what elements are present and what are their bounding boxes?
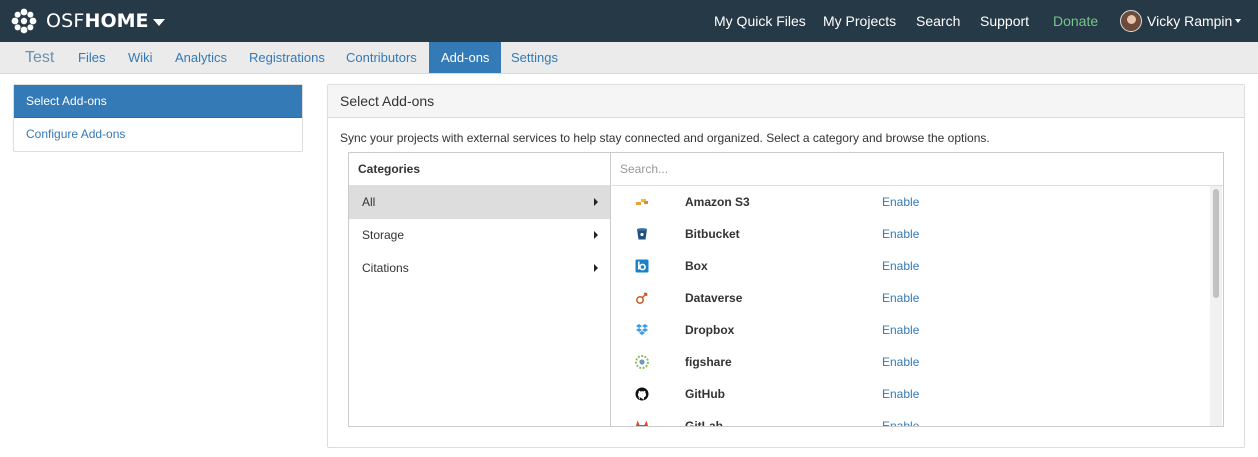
addon-name: figshare [685,355,732,369]
chevron-down-icon [152,18,165,26]
list-item-github: GitHub Enable [612,378,1210,410]
dropbox-icon [636,324,648,335]
figshare-icon [635,355,649,369]
select-add-ons-panel: Select Add-ons Sync your projects with e… [327,84,1245,448]
list-item-bitbucket: Bitbucket Enable [612,218,1210,250]
osf-home-brand[interactable]: OSF HOME [10,7,165,35]
addon-name: GitLab [685,419,723,426]
panel-title: Select Add-ons [328,85,1244,118]
addon-name: Bitbucket [685,227,740,241]
category-label: Storage [362,228,405,242]
addon-name: Box [685,259,708,273]
nav-search[interactable]: Search [916,0,960,42]
enable-button[interactable]: Enable [882,378,919,410]
top-navbar: OSF HOME My Quick Files My Projects Searc… [0,0,1258,42]
list-item-box: Box Enable [612,250,1210,282]
list-item-dataverse: Dataverse Enable [612,282,1210,314]
tab-registrations[interactable]: Registrations [249,42,325,73]
addon-browser: Categories All Storage Citations A [348,152,1224,427]
tab-files[interactable]: Files [78,42,105,73]
category-label: Citations [362,261,409,275]
amazon-s3-icon [636,199,648,205]
list-item-gitlab: GitLab Enable [612,410,1210,426]
avatar [1120,10,1142,32]
tab-add-ons[interactable]: Add-ons [429,42,502,73]
caret-right-icon [594,264,598,272]
caret-right-icon [594,231,598,239]
category-all[interactable]: All [349,186,610,219]
enable-button[interactable]: Enable [882,186,919,218]
enable-button[interactable]: Enable [882,218,919,250]
tab-analytics[interactable]: Analytics [175,42,227,73]
addon-name: Dataverse [685,291,743,305]
bitbucket-icon [637,228,647,240]
addon-search [612,153,1223,186]
nav-my-quick-files[interactable]: My Quick Files [714,0,806,42]
enable-button[interactable]: Enable [882,410,919,426]
list-item-figshare: figshare Enable [612,346,1210,378]
project-title[interactable]: Test [25,42,54,73]
category-label: All [362,195,376,209]
caret-right-icon [594,198,598,206]
list-item-amazon-s3: Amazon S3 Enable [612,186,1210,218]
categories-column: Categories All Storage Citations [349,153,611,426]
github-icon [635,387,649,401]
tab-contributors[interactable]: Contributors [346,42,417,73]
project-navbar: Test Files Wiki Analytics Registrations … [0,42,1258,74]
addon-name: Amazon S3 [685,195,750,209]
brand-osf: OSF [46,10,85,32]
nav-my-projects[interactable]: My Projects [823,0,896,42]
dataverse-icon [636,292,648,304]
sidebar-item-configure-add-ons[interactable]: Configure Add-ons [14,118,302,151]
scrollbar-thumb[interactable] [1213,189,1219,298]
panel-intro: Sync your projects with external service… [340,131,990,145]
tab-wiki[interactable]: Wiki [128,42,153,73]
nav-support[interactable]: Support [980,0,1029,42]
user-name: Vicky Rampin [1147,13,1233,29]
search-input[interactable] [612,153,1223,185]
chevron-down-icon [1235,19,1242,23]
tab-settings[interactable]: Settings [511,42,558,73]
brand-home: HOME [84,10,149,32]
addon-name: Dropbox [685,323,735,337]
sidebar-item-select-add-ons[interactable]: Select Add-ons [14,85,302,118]
user-menu[interactable]: Vicky Rampin [1120,9,1242,33]
addons-sidebar: Select Add-ons Configure Add-ons [13,84,303,152]
box-icon [635,259,649,273]
enable-button[interactable]: Enable [882,250,919,282]
category-citations[interactable]: Citations [349,252,610,285]
addon-list: Amazon S3 Enable Bitbucket Enable Box En… [612,186,1223,426]
addon-name: GitHub [685,387,725,401]
nav-donate[interactable]: Donate [1053,0,1098,42]
enable-button[interactable]: Enable [882,282,919,314]
gitlab-icon [636,420,648,426]
list-item-dropbox: Dropbox Enable [612,314,1210,346]
category-storage[interactable]: Storage [349,219,610,252]
categories-header: Categories [349,153,610,186]
osf-logo-icon [11,8,37,34]
enable-button[interactable]: Enable [882,346,919,378]
enable-button[interactable]: Enable [882,314,919,346]
